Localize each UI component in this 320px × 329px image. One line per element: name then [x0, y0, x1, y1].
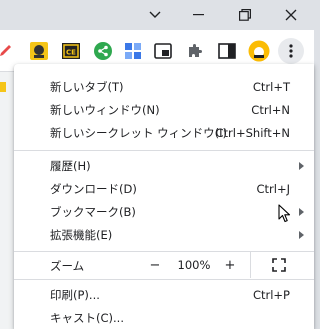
page-content-edge — [0, 72, 14, 329]
svg-text:CE: CE — [66, 49, 76, 57]
zoom-divider — [250, 252, 251, 278]
submenu-arrow-icon — [299, 162, 304, 170]
picture-in-picture-icon[interactable] — [152, 40, 174, 62]
restore-icon — [239, 9, 251, 21]
ce-extension-icon[interactable]: CE — [60, 40, 82, 62]
menu-item-shortcut: Ctrl+T — [252, 80, 290, 94]
menu-item-label: キャスト(C)... — [50, 311, 124, 325]
zoom-label: ズーム — [50, 259, 85, 273]
zoom-level: 100% — [177, 258, 211, 272]
menu-separator — [14, 150, 314, 151]
menu-item-label: 新しいシークレット ウィンドウ(I) — [50, 126, 228, 140]
zoom-row: ズーム − 100% + — [14, 252, 314, 278]
menu-item-label: 新しいタブ(T) — [50, 80, 124, 94]
menu-item-shortcut: Ctrl+Shift+N — [215, 126, 290, 140]
extensions-puzzle-icon[interactable] — [184, 40, 206, 62]
close-icon — [285, 9, 297, 21]
menu-item-label: 拡張機能(E) — [50, 228, 113, 242]
share-extension-icon[interactable] — [92, 40, 114, 62]
minimize-icon — [192, 14, 204, 16]
menu-item-label: ダウンロード(D) — [50, 182, 137, 196]
menu-item-cast[interactable]: キャスト(C)... — [14, 305, 314, 329]
minimize-button[interactable] — [175, 0, 221, 30]
tab-search-button[interactable] — [132, 0, 178, 30]
menu-item-label: 印刷(P)... — [50, 288, 100, 302]
menu-item-shortcut: Ctrl+N — [251, 103, 290, 117]
menu-separator — [14, 279, 314, 280]
menu-item-shortcut: Ctrl+P — [252, 288, 290, 302]
menu-item-shortcut: Ctrl+J — [256, 182, 291, 196]
title-bar — [0, 0, 314, 30]
submenu-arrow-icon — [299, 208, 304, 216]
side-panel-icon[interactable] — [216, 40, 238, 62]
menu-item-extensions[interactable]: 拡張機能(E) — [14, 222, 314, 248]
close-button[interactable] — [268, 0, 314, 30]
zoom-out-button[interactable]: − — [144, 252, 166, 278]
profile-avatar[interactable] — [248, 40, 270, 62]
chevron-down-icon — [149, 11, 161, 18]
restore-button[interactable] — [222, 0, 268, 30]
menu-item-label: 新しいウィンドウ(N) — [50, 103, 160, 117]
grid-extension-icon[interactable] — [122, 40, 144, 62]
more-options-button[interactable] — [278, 38, 304, 64]
menu-item-label: ブックマーク(B) — [50, 205, 136, 219]
mouse-cursor-icon — [278, 204, 291, 223]
fullscreen-button[interactable] — [268, 252, 290, 278]
menu-item-label: 履歴(H) — [50, 159, 91, 173]
chrome-menu: 新しいタブ(T) Ctrl+T 新しいウィンドウ(N) Ctrl+N 新しいシー… — [14, 64, 314, 329]
menu-item-new-incognito-window[interactable]: 新しいシークレット ウィンドウ(I) Ctrl+Shift+N — [14, 120, 314, 146]
yellow-extension-icon[interactable] — [28, 40, 50, 62]
more-vert-icon — [289, 44, 293, 58]
zoom-in-button[interactable]: + — [220, 252, 240, 278]
submenu-arrow-icon — [299, 231, 304, 239]
fullscreen-icon — [272, 258, 286, 272]
pen-extension-icon[interactable] — [0, 40, 16, 62]
bookmark-folder-icon — [0, 82, 6, 92]
